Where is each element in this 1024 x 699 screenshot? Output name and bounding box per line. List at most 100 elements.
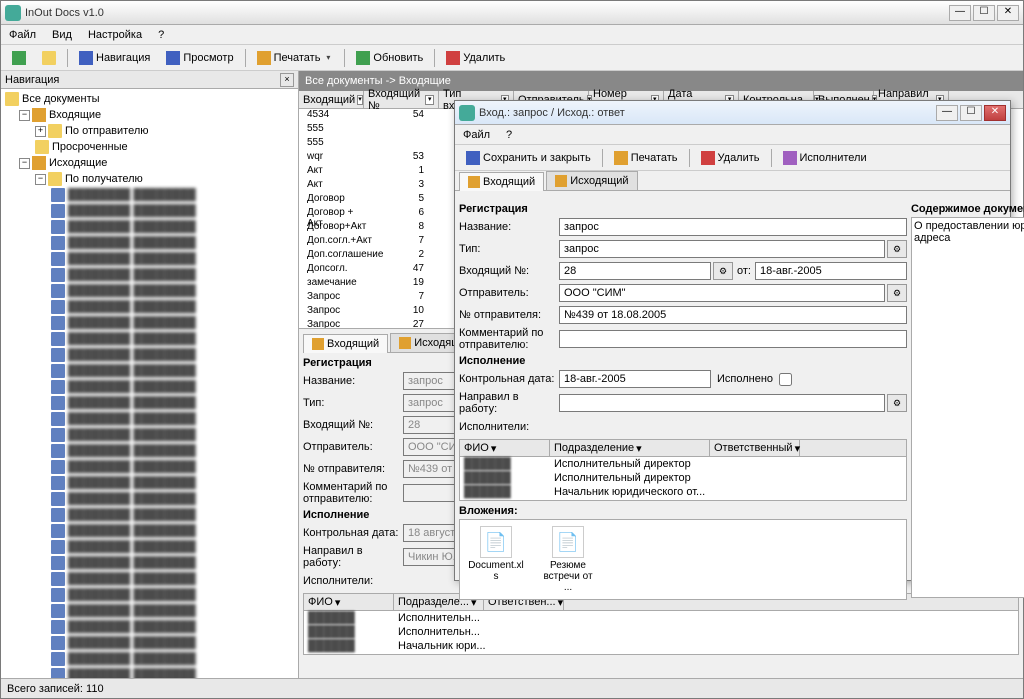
tree-recipient-item[interactable]: ████████ ████████: [3, 219, 296, 235]
tree-recipient-item[interactable]: ████████ ████████: [3, 299, 296, 315]
done-checkbox[interactable]: [779, 373, 792, 386]
tb-new[interactable]: [5, 47, 33, 69]
tb-print[interactable]: Печатать▾: [250, 47, 341, 69]
grid-column-header[interactable]: Входящий №▾: [364, 91, 439, 108]
minimize-button[interactable]: —: [936, 105, 958, 121]
filter-icon[interactable]: ▾: [335, 596, 341, 609]
minimize-button[interactable]: —: [949, 5, 971, 21]
tree-recipient-item[interactable]: ████████ ████████: [3, 283, 296, 299]
tree-recipient-item[interactable]: ████████ ████████: [3, 379, 296, 395]
exec-row[interactable]: ██████Исполнительн...: [304, 625, 1018, 639]
tree-root[interactable]: Все документы: [3, 91, 296, 107]
exec-row[interactable]: ██████Начальник юри...: [304, 639, 1018, 653]
tree-recipient-item[interactable]: ████████ ████████: [3, 571, 296, 587]
dialog-tab-outgoing[interactable]: Исходящий: [546, 171, 637, 190]
tree-recipient-item[interactable]: ████████ ████████: [3, 635, 296, 651]
tree-recipient-item[interactable]: ████████ ████████: [3, 203, 296, 219]
ctrldate-input[interactable]: [559, 370, 711, 388]
menu-view[interactable]: Вид: [48, 27, 76, 43]
exec-row[interactable]: ██████Начальник юридического от...: [460, 485, 906, 499]
tree-recipient-item[interactable]: ████████ ████████: [3, 363, 296, 379]
filter-icon[interactable]: ▾: [425, 95, 434, 105]
menu-file[interactable]: Файл: [5, 27, 40, 43]
expander-icon[interactable]: +: [35, 126, 46, 137]
tree-recipient-item[interactable]: ████████ ████████: [3, 459, 296, 475]
filter-icon[interactable]: ▾: [357, 95, 363, 105]
dialog-tab-incoming[interactable]: Входящий: [459, 172, 544, 191]
maximize-button[interactable]: ☐: [973, 5, 995, 21]
innum-date-input[interactable]: [755, 262, 907, 280]
tree-recipient-item[interactable]: ████████ ████████: [3, 411, 296, 427]
tree-recipient-item[interactable]: ████████ ████████: [3, 251, 296, 267]
tree-recipient-item[interactable]: ████████ ████████: [3, 443, 296, 459]
tree-recipient-item[interactable]: ████████ ████████: [3, 395, 296, 411]
exec-row[interactable]: ██████Исполнительн...: [304, 611, 1018, 625]
tree-recipient-item[interactable]: ████████ ████████: [3, 523, 296, 539]
sent-input[interactable]: [559, 394, 885, 412]
dialog-menu-file[interactable]: Файл: [459, 127, 494, 143]
dialog-titlebar[interactable]: Вход.: запрос / Исход.: ответ — ☐ ✕: [455, 101, 1010, 125]
expander-icon[interactable]: −: [19, 110, 30, 121]
type-picker-button[interactable]: ⚙: [887, 240, 907, 258]
tree-overdue[interactable]: Просроченные: [3, 139, 296, 155]
sender-picker-button[interactable]: ⚙: [887, 284, 907, 302]
tree-recipient-item[interactable]: ████████ ████████: [3, 539, 296, 555]
tree-recipient-item[interactable]: ████████ ████████: [3, 667, 296, 678]
menu-help[interactable]: ?: [154, 27, 168, 43]
nav-close-button[interactable]: ×: [280, 73, 294, 87]
filter-icon[interactable]: ▾: [491, 442, 497, 455]
tb-nav[interactable]: Навигация: [72, 47, 157, 69]
sent-picker-button[interactable]: ⚙: [887, 394, 907, 412]
expander-icon[interactable]: −: [19, 158, 30, 169]
tree-recipient-item[interactable]: ████████ ████████: [3, 331, 296, 347]
tree-recipient-item[interactable]: ████████ ████████: [3, 267, 296, 283]
grid-column-header[interactable]: Входящий▾: [299, 91, 364, 108]
tree-recipient-item[interactable]: ████████ ████████: [3, 491, 296, 507]
tb-refresh[interactable]: Обновить: [349, 47, 430, 69]
close-button[interactable]: ✕: [997, 5, 1019, 21]
tree-recipient-item[interactable]: ████████ ████████: [3, 587, 296, 603]
name-input[interactable]: [559, 218, 907, 236]
attachments-area[interactable]: 📄Document.xls📄Резюме встречи от ...: [459, 519, 907, 600]
innum-input[interactable]: [559, 262, 711, 280]
tree-by-recipient[interactable]: −По получателю: [3, 171, 296, 187]
sendnum-input[interactable]: [559, 306, 907, 324]
menu-settings[interactable]: Настройка: [84, 27, 146, 43]
tree-recipient-item[interactable]: ████████ ████████: [3, 427, 296, 443]
exec-column-header[interactable]: Подразделение▾: [550, 440, 710, 456]
tree-recipient-item[interactable]: ████████ ████████: [3, 619, 296, 635]
tb-print[interactable]: Печатать: [607, 147, 685, 169]
tree-recipient-item[interactable]: ████████ ████████: [3, 235, 296, 251]
exec-row[interactable]: ██████Исполнительный директор: [460, 471, 906, 485]
tree-recipient-item[interactable]: ████████ ████████: [3, 651, 296, 667]
sender-input[interactable]: [559, 284, 885, 302]
type-input[interactable]: [559, 240, 885, 258]
tree-recipient-item[interactable]: ████████ ████████: [3, 507, 296, 523]
maximize-button[interactable]: ☐: [960, 105, 982, 121]
close-button[interactable]: ✕: [984, 105, 1006, 121]
nav-tree[interactable]: Все документы −Входящие +По отправителю …: [1, 89, 298, 678]
dropdown-icon[interactable]: ▾: [323, 53, 333, 63]
filter-icon[interactable]: ▾: [636, 442, 642, 455]
tree-recipient-item[interactable]: ████████ ████████: [3, 187, 296, 203]
comment-input[interactable]: [559, 330, 907, 348]
attachment-item[interactable]: 📄Document.xls: [466, 526, 526, 593]
dialog-menu-help[interactable]: ?: [502, 127, 516, 143]
tb-delete[interactable]: Удалить: [694, 147, 767, 169]
content-textarea[interactable]: О предоставлении юр. адреса: [911, 217, 1024, 598]
exec-grid-body[interactable]: ██████Исполнительный директор██████Испол…: [459, 457, 907, 501]
tree-outgoing[interactable]: −Исходящие: [3, 155, 296, 171]
exec-column-header[interactable]: Ответственный▾: [710, 440, 800, 456]
tree-recipient-item[interactable]: ████████ ████████: [3, 315, 296, 331]
tree-incoming[interactable]: −Входящие: [3, 107, 296, 123]
tree-recipient-item[interactable]: ████████ ████████: [3, 555, 296, 571]
tb-open[interactable]: [35, 47, 63, 69]
tree-recipient-item[interactable]: ████████ ████████: [3, 603, 296, 619]
tb-executors[interactable]: Исполнители: [776, 147, 874, 169]
innum-picker-button[interactable]: ⚙: [713, 262, 733, 280]
exec-column-header[interactable]: ФИО▾: [460, 440, 550, 456]
tab-incoming[interactable]: Входящий: [303, 334, 388, 353]
exec-row[interactable]: ██████Исполнительный директор: [460, 457, 906, 471]
expander-icon[interactable]: −: [35, 174, 46, 185]
exec-grid-body[interactable]: ██████Исполнительн...██████Исполнительн.…: [303, 611, 1019, 655]
